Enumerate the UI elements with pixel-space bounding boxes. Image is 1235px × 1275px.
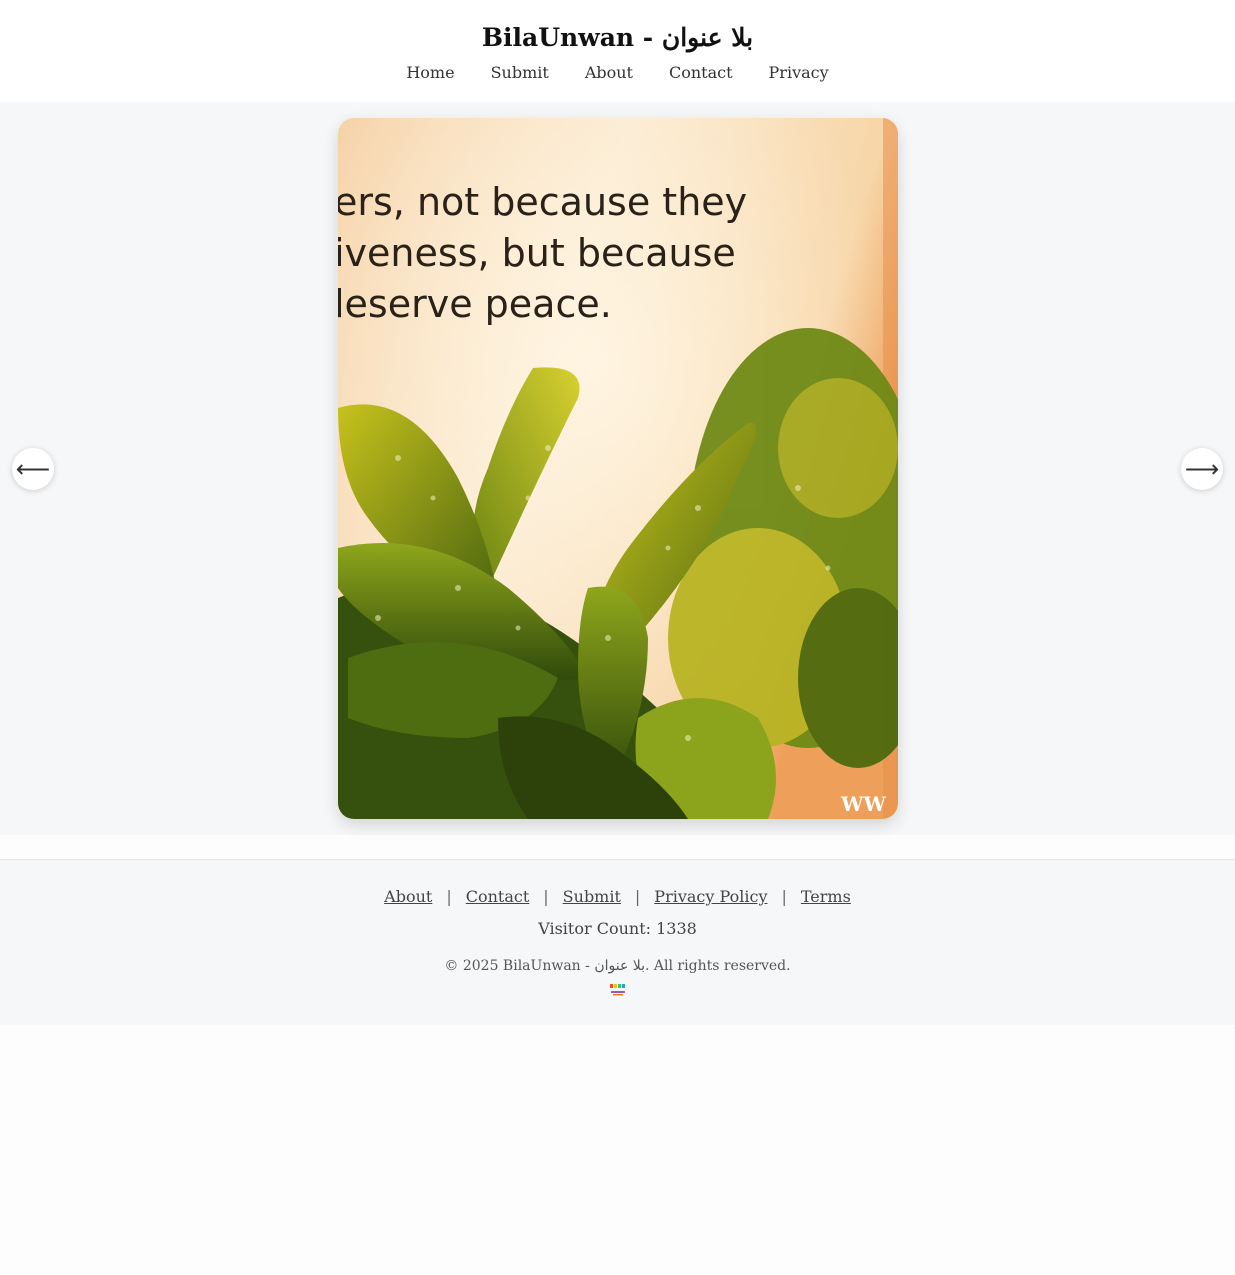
spacer [0, 835, 1235, 859]
footer-separator: | [634, 887, 641, 906]
site-footer: About | Contact | Submit | Privacy Polic… [0, 859, 1235, 1025]
footer-separator: | [446, 887, 452, 906]
site-header: BilaUnwan - بلا عنوان Home Submit About … [0, 0, 1235, 102]
copyright-text: © 2025 BilaUnwan - بلا عنوان. All rights… [444, 958, 791, 974]
image-watermark: WW [840, 792, 886, 816]
quote-line-1: ers, not because they [338, 180, 747, 224]
quote-image: ers, not because they iveness, but becau… [338, 118, 898, 819]
footer-link-privacy-policy[interactable]: Privacy Policy [654, 886, 767, 908]
nav-contact[interactable]: Contact [669, 62, 733, 84]
main-nav: Home Submit About Contact Privacy [0, 62, 1235, 84]
quote-line-2: iveness, but because [338, 231, 736, 275]
footer-link-submit[interactable]: Submit [563, 886, 621, 908]
quote-line-3: leserve peace. [338, 282, 612, 326]
footer-link-contact[interactable]: Contact [466, 886, 530, 908]
site-title[interactable]: BilaUnwan - بلا عنوان [0, 22, 1235, 54]
arrow-left-icon[interactable]: ⟵ [12, 448, 54, 490]
visitor-count: Visitor Count: 1338 [538, 919, 697, 938]
nav-submit[interactable]: Submit [491, 62, 549, 84]
footer-link-about[interactable]: About [384, 886, 432, 908]
footer-links: About | Contact | Submit | Privacy Polic… [0, 886, 1235, 908]
footer-separator: | [543, 887, 549, 906]
nav-about[interactable]: About [585, 62, 633, 84]
slide-image[interactable]: ers, not because they iveness, but becau… [338, 118, 898, 819]
nav-privacy[interactable]: Privacy [769, 62, 829, 84]
arrow-right-icon[interactable]: ⟶ [1181, 448, 1223, 490]
image-slider: ⟵ ers, not because they iveness, but bec… [0, 102, 1235, 835]
footer-separator: | [781, 887, 787, 906]
nav-home[interactable]: Home [406, 62, 454, 84]
site-badge-icon[interactable] [607, 982, 629, 996]
footer-link-terms[interactable]: Terms [801, 886, 851, 908]
